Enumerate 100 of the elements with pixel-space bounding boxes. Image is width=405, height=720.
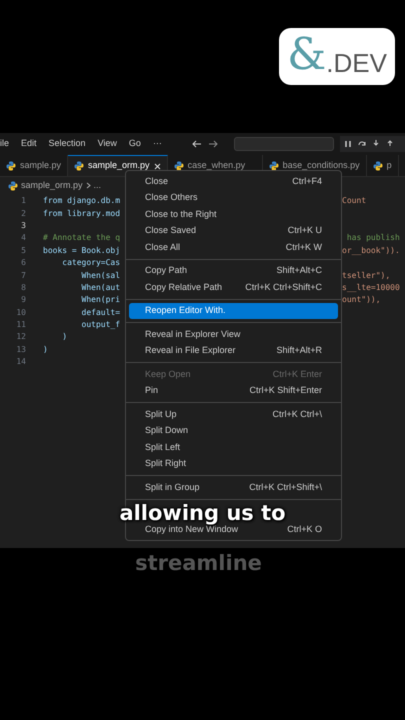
python-icon — [372, 160, 383, 170]
step-out-icon[interactable] — [386, 140, 394, 148]
python-icon — [8, 180, 18, 190]
caption: allowing us to — [119, 502, 286, 524]
menu-item-shortcut: Ctrl+K Ctrl+Shift+C — [245, 280, 322, 294]
editor-tab[interactable]: p — [366, 155, 399, 176]
menu-item-label: Split Right — [145, 457, 186, 470]
line-number: 5 — [20, 244, 26, 257]
line-number: 3 — [20, 220, 26, 232]
menu-item[interactable]: Split Up Ctrl+K Ctrl+\ — [129, 406, 338, 422]
menu-bar-item[interactable]: Selection — [42, 137, 92, 151]
menu-item[interactable]: Split Right — [129, 456, 338, 472]
menu-item-shortcut: Ctrl+K U — [288, 224, 322, 237]
line-number: 10 — [15, 306, 26, 319]
chevron-right-icon — [86, 182, 91, 189]
menu-item-label: Pin — [145, 384, 158, 397]
menu-item-shortcut: Ctrl+K Enter — [272, 368, 322, 380]
menu-item-label: Split Down — [145, 424, 188, 437]
line-number: 12 — [15, 331, 26, 344]
line-number: 4 — [20, 232, 26, 244]
menu-item-label: Close — [145, 174, 168, 188]
back-arrow-icon[interactable] — [192, 140, 202, 148]
tab-label: case_when.py — [188, 158, 246, 172]
python-icon — [74, 161, 84, 171]
breadcrumb-item[interactable]: ... — [94, 178, 102, 192]
code-text: s__lte=10000 — [342, 282, 400, 294]
menu-item-label: Close Others — [145, 191, 198, 204]
code-text: from library.mod — [43, 208, 120, 220]
menu-bar-item[interactable]: ile — [0, 137, 16, 151]
forward-arrow-icon[interactable] — [208, 140, 218, 148]
menu-item-label: Split Up — [145, 408, 177, 421]
menu-item-label: Close Saved — [145, 224, 196, 237]
code-text: ount")), — [342, 294, 381, 306]
caption: streamline — [135, 551, 263, 575]
menu-item[interactable]: Pin Ctrl+K Shift+Enter — [129, 382, 338, 399]
menu-item[interactable]: Reopen Editor With. — [129, 302, 338, 319]
menu-item-label: Reopen Editor With. — [145, 304, 226, 317]
code-text: When(pri — [80, 294, 120, 306]
menu-item[interactable]: Copy Relative Path Ctrl+K Ctrl+Shift+C — [129, 279, 338, 296]
menu-item-label: Close to the Right — [145, 208, 217, 221]
menu-item[interactable]: Copy Path Shift+Alt+C — [129, 262, 338, 279]
code-text: ) — [43, 344, 48, 356]
menu-item[interactable]: Close Others — [129, 190, 338, 206]
tab-label: sample_orm.py — [88, 159, 150, 172]
close-icon[interactable] — [154, 162, 161, 170]
menu-item-shortcut: Ctrl+F4 — [292, 174, 322, 188]
breadcrumb-item[interactable]: sample_orm.py — [21, 178, 83, 192]
menu-item-label: Close All — [145, 240, 180, 254]
menu-item[interactable]: Close Saved Ctrl+K U — [129, 222, 338, 239]
menu-item-shortcut: Ctrl+K Ctrl+\ — [272, 408, 322, 420]
line-number: 8 — [20, 282, 26, 294]
code-text: ) — [61, 331, 68, 344]
logo-symbol: & — [287, 33, 326, 77]
tab-label: base_conditions.py — [282, 158, 360, 172]
logo-text: .DEV — [326, 49, 387, 77]
code-text: When(aut — [80, 282, 120, 294]
line-number: 9 — [20, 294, 26, 306]
menu-bar-item[interactable]: ··· — [146, 137, 168, 151]
menu-item-shortcut: Ctrl+K Ctrl+Shift+\ — [249, 480, 322, 494]
python-icon — [6, 160, 16, 170]
menu-item[interactable]: Close Ctrl+F4 — [129, 173, 338, 190]
step-over-icon[interactable] — [358, 140, 366, 148]
menu-item[interactable]: Close to the Right — [129, 206, 338, 222]
code-text: category=Cas — [61, 257, 120, 270]
tab-label: sample.py — [20, 158, 62, 172]
menu-item[interactable]: Close All Ctrl+K W — [129, 239, 338, 256]
python-icon — [268, 160, 279, 170]
menu-item[interactable]: Split Left — [129, 439, 338, 456]
menu-bar-item[interactable]: Edit — [15, 137, 43, 151]
menu-item-label: Keep Open — [145, 368, 191, 381]
code-text: output_f — [80, 319, 120, 332]
code-text: When(sal — [80, 270, 120, 282]
python-icon — [174, 160, 184, 170]
line-number: 11 — [15, 319, 26, 332]
code-text: default= — [80, 306, 120, 319]
menu-item-label: Split in Group — [145, 480, 200, 494]
menu-item[interactable]: Reveal in File Explorer Shift+Alt+R — [129, 342, 338, 359]
menu-item-label: Copy Relative Path — [145, 280, 222, 294]
tab-label: p — [386, 158, 392, 172]
menu-item-shortcut: Shift+Alt+R — [276, 344, 322, 357]
pause-icon[interactable] — [344, 140, 352, 148]
code-text: tseller"), — [342, 270, 390, 282]
menu-item-label: Copy Path — [145, 264, 188, 277]
code-text: from django.db.m — [43, 195, 120, 208]
menu-item-label: Reveal in Explorer View — [145, 328, 240, 341]
menu-item-shortcut: Ctrl+K O — [287, 523, 322, 536]
step-into-icon[interactable] — [372, 140, 380, 148]
menu-item-shortcut: Ctrl+K W — [286, 240, 322, 254]
line-number: 7 — [20, 270, 26, 282]
menu-item[interactable]: Split in Group Ctrl+K Ctrl+Shift+\ — [129, 479, 338, 496]
line-number: 2 — [20, 208, 26, 220]
menu-bar-item[interactable]: View — [92, 137, 123, 151]
menu-item-shortcut: Ctrl+K Shift+Enter — [249, 384, 322, 397]
menu-item[interactable]: Reveal in Explorer View — [129, 326, 338, 342]
line-number: 13 — [15, 344, 26, 356]
search-field[interactable] — [234, 137, 334, 151]
menu-item[interactable]: Split Down — [129, 422, 338, 439]
line-number: 14 — [15, 356, 26, 368]
menu-bar-item[interactable]: Go — [122, 137, 147, 151]
line-number: 1 — [20, 195, 26, 208]
